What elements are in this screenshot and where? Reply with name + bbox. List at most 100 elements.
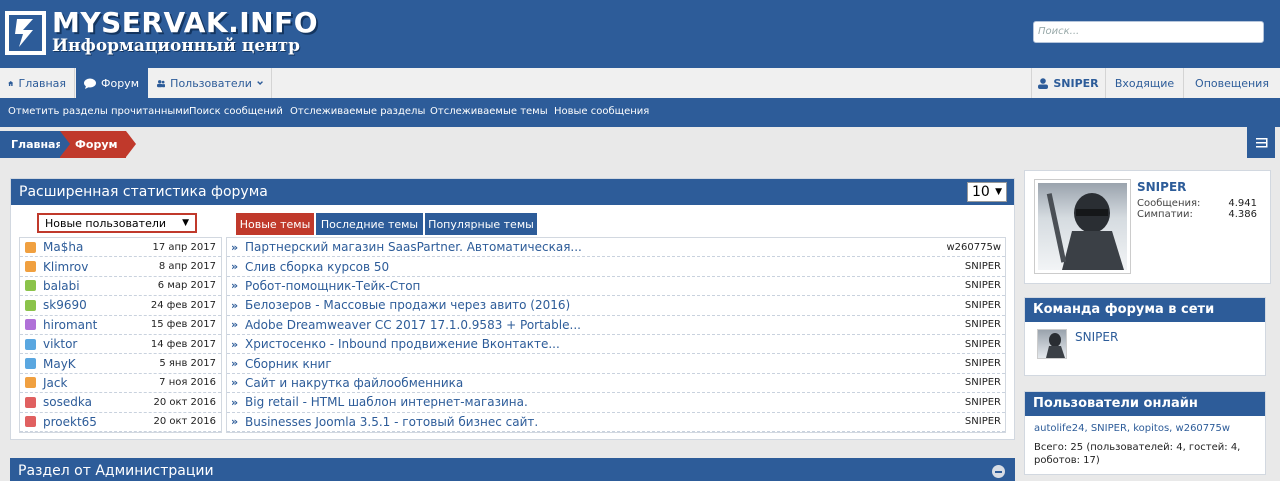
double-chevron-icon: » bbox=[231, 357, 239, 371]
breadcrumb-home-label: Главная bbox=[11, 138, 63, 151]
list-item[interactable]: balabi 6 мар 2017 bbox=[20, 277, 221, 297]
breadcrumb-forum-label: Форум bbox=[75, 138, 118, 151]
new-posts-link[interactable]: Новые сообщения bbox=[554, 106, 649, 117]
site-logo-icon[interactable] bbox=[5, 11, 46, 55]
thread-title[interactable]: Adobe Dreamweaver CC 2017 17.1.0.9583 + … bbox=[245, 318, 965, 332]
alerts-link[interactable]: Оповещения bbox=[1183, 68, 1280, 98]
mark-read-link[interactable]: Отметить разделы прочитанными bbox=[8, 106, 189, 117]
list-item[interactable]: proekt65 20 окт 2016 bbox=[20, 413, 221, 432]
list-item[interactable]: Klimrov 8 апр 2017 bbox=[20, 257, 221, 277]
user-filter-select[interactable]: Новые пользователи ▼ bbox=[37, 213, 197, 233]
search-messages-link[interactable]: Поиск сообщений bbox=[189, 106, 283, 117]
thread-title[interactable]: Белозеров - Массовые продажи через авито… bbox=[245, 298, 965, 312]
account-menu[interactable]: SNIPER bbox=[1031, 68, 1105, 98]
tab-new-threads[interactable]: Новые темы bbox=[236, 213, 314, 235]
user-name[interactable]: proekt65 bbox=[43, 415, 153, 429]
thread-title[interactable]: Христосенко - Inbound продвижение Вконта… bbox=[245, 337, 965, 351]
list-item[interactable]: » Слив сборка курсов 50 SNIPER bbox=[227, 257, 1005, 277]
thread-author[interactable]: SNIPER bbox=[965, 300, 1001, 311]
user-name[interactable]: Ma$ha bbox=[43, 240, 152, 254]
list-item[interactable]: sk9690 24 фев 2017 bbox=[20, 296, 221, 316]
user-join-date: 7 ноя 2016 bbox=[159, 377, 216, 389]
thread-title[interactable]: Слив сборка курсов 50 bbox=[245, 260, 965, 274]
thread-title[interactable]: Робот-помощник-Тейк-Стоп bbox=[245, 279, 965, 293]
list-item[interactable]: Ma$ha 17 апр 2017 bbox=[20, 238, 221, 258]
user-avatar-icon bbox=[25, 358, 36, 370]
user-avatar-icon bbox=[25, 241, 36, 253]
user-name[interactable]: MayK bbox=[43, 357, 159, 371]
watched-forums-link[interactable]: Отслеживаемые разделы bbox=[290, 106, 425, 117]
online-total: Всего: 25 (пользователей: 4, гостей: 4, … bbox=[1034, 442, 1241, 466]
list-item[interactable]: » Adobe Dreamweaver CC 2017 17.1.0.9583 +… bbox=[227, 316, 1005, 335]
messages-label: Сообщения: bbox=[1137, 198, 1201, 209]
thread-author[interactable]: SNIPER bbox=[965, 339, 1001, 350]
users-icon bbox=[157, 79, 166, 87]
list-item[interactable]: » Сайт и накрутка файлообменника SNIPER bbox=[227, 374, 1005, 394]
list-item[interactable]: viktor 14 фев 2017 bbox=[20, 335, 221, 355]
list-item[interactable]: » Робот-помощник-Тейк-Стоп SNIPER bbox=[227, 277, 1005, 297]
user-name[interactable]: sk9690 bbox=[43, 298, 151, 312]
staff-avatar[interactable] bbox=[1037, 329, 1067, 359]
thread-author[interactable]: SNIPER bbox=[965, 416, 1001, 427]
thread-author[interactable]: SNIPER bbox=[965, 397, 1001, 408]
tab-latest-threads[interactable]: Последние темы bbox=[316, 213, 423, 235]
list-item[interactable]: » Белозеров - Массовые продажи через авит… bbox=[227, 296, 1005, 316]
user-name[interactable]: viktor bbox=[43, 337, 151, 351]
thread-author[interactable]: w260775w bbox=[946, 242, 1001, 253]
profile-name[interactable]: SNIPER bbox=[1137, 180, 1186, 194]
tab-users[interactable]: Пользователи bbox=[149, 68, 272, 98]
list-item[interactable]: MayK 5 янв 2017 bbox=[20, 354, 221, 374]
thread-title[interactable]: Сайт и накрутка файлообменника bbox=[245, 376, 965, 390]
inbox-link[interactable]: Входящие bbox=[1105, 68, 1183, 98]
list-item[interactable]: hiromant 15 фев 2017 bbox=[20, 316, 221, 335]
staff-online-card: Команда форума в сети SNIPER bbox=[1024, 297, 1266, 376]
double-chevron-icon: » bbox=[231, 260, 239, 274]
collapse-icon[interactable] bbox=[992, 465, 1005, 478]
user-name[interactable]: sosedka bbox=[43, 395, 153, 409]
tab-forum[interactable]: Форум bbox=[76, 68, 148, 98]
thread-author[interactable]: SNIPER bbox=[965, 319, 1001, 330]
staff-member-name[interactable]: SNIPER bbox=[1075, 330, 1118, 344]
list-item[interactable]: » Businesses Joomla 3.5.1 - готовый бизне… bbox=[227, 413, 1005, 432]
list-item[interactable]: sosedka 20 окт 2016 bbox=[20, 393, 221, 413]
thread-title[interactable]: Сборник книг bbox=[245, 357, 965, 371]
thread-author[interactable]: SNIPER bbox=[965, 280, 1001, 291]
user-name[interactable]: hiromant bbox=[43, 318, 151, 332]
dropdown-arrow-icon: ▼ bbox=[182, 218, 189, 228]
breadcrumb-home[interactable]: Главная bbox=[0, 131, 63, 158]
list-item[interactable]: » Big retail - HTML шаблон интернет-магаз… bbox=[227, 393, 1005, 413]
watched-threads-link[interactable]: Отслеживаемые темы bbox=[430, 106, 548, 117]
thread-author[interactable]: SNIPER bbox=[965, 358, 1001, 369]
count-select[interactable]: 10 ▼ bbox=[967, 182, 1007, 202]
user-name[interactable]: balabi bbox=[43, 279, 158, 293]
likes-label: Симпатии: bbox=[1137, 209, 1193, 220]
list-item[interactable]: » Сборник книг SNIPER bbox=[227, 354, 1005, 374]
user-join-date: 14 фев 2017 bbox=[150, 338, 216, 350]
tab-users-label: Пользователи bbox=[170, 76, 252, 90]
online-user-names[interactable]: autolife24, SNIPER, kopitos, w260775w bbox=[1034, 423, 1259, 434]
site-title[interactable]: MYSERVAK.INFO bbox=[52, 8, 318, 38]
thread-title[interactable]: Businesses Joomla 3.5.1 - готовый бизнес… bbox=[245, 415, 965, 429]
double-chevron-icon: » bbox=[231, 318, 239, 332]
thread-author[interactable]: SNIPER bbox=[965, 377, 1001, 388]
admin-section-header[interactable]: Раздел от Администрации bbox=[10, 458, 1015, 481]
avatar[interactable] bbox=[1034, 179, 1131, 274]
thread-author[interactable]: SNIPER bbox=[965, 261, 1001, 272]
user-join-date: 17 апр 2017 bbox=[152, 241, 216, 253]
user-join-date: 20 окт 2016 bbox=[153, 416, 216, 428]
list-item[interactable]: Jack 7 ноя 2016 bbox=[20, 374, 221, 394]
list-item[interactable]: » Христосенко - Inbound продвижение Вконт… bbox=[227, 335, 1005, 355]
user-name[interactable]: Jack bbox=[43, 376, 159, 390]
user-name[interactable]: Klimrov bbox=[43, 260, 159, 274]
sub-nav: Отметить разделы прочитанными Поиск сооб… bbox=[0, 98, 1280, 127]
list-item[interactable]: » Партнерский магазин SaasPartner. Автома… bbox=[227, 238, 1005, 258]
site-header: MYSERVAK.INFO Информационный центр Поиск… bbox=[0, 0, 1280, 68]
thread-title[interactable]: Партнерский магазин SaasPartner. Автомат… bbox=[245, 240, 946, 254]
search-input[interactable]: Поиск... bbox=[1033, 21, 1264, 43]
sidebar-toggle-button[interactable] bbox=[1247, 127, 1275, 158]
admin-section-title: Раздел от Администрации bbox=[18, 463, 214, 479]
tab-popular-threads[interactable]: Популярные темы bbox=[425, 213, 537, 235]
thread-title[interactable]: Big retail - HTML шаблон интернет-магази… bbox=[245, 395, 965, 409]
tab-home[interactable]: Главная bbox=[0, 68, 75, 98]
users-online-card: Пользователи онлайн autolife24, SNIPER, … bbox=[1024, 391, 1266, 475]
